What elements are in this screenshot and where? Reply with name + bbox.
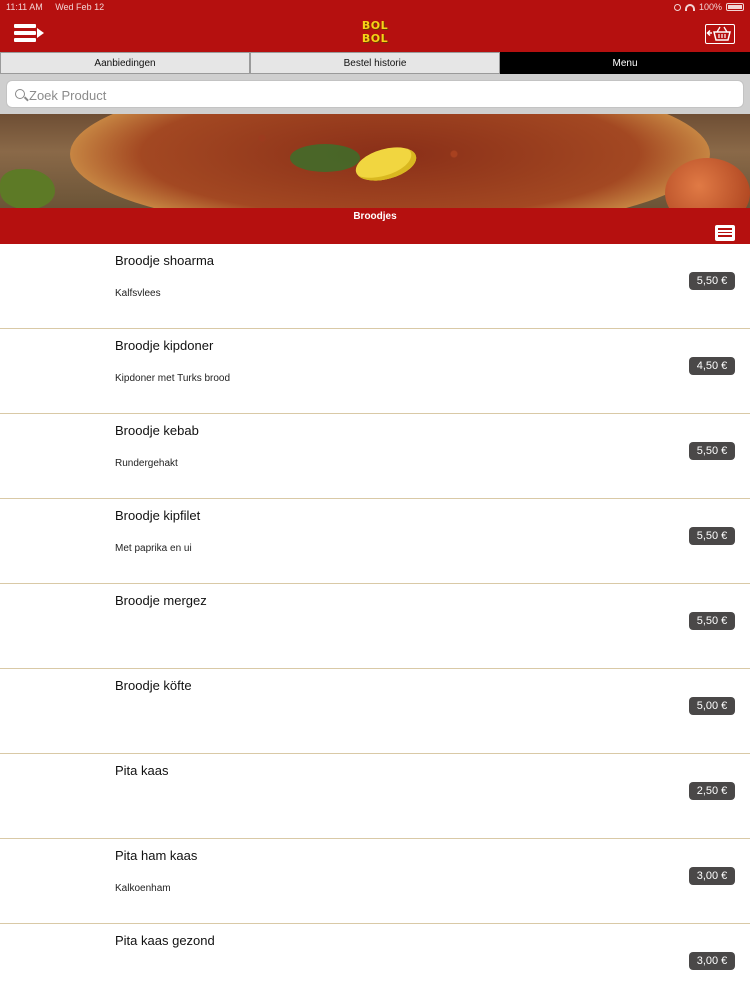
category-banner-image <box>0 114 750 208</box>
status-bar: 11:11 AM Wed Feb 12 100% <box>0 0 750 14</box>
list-item[interactable]: Pita kaas 2,50 € <box>0 754 750 839</box>
app-header: 11:11 AM Wed Feb 12 100% BOL BOL <box>0 0 750 52</box>
list-item[interactable]: Broodje köfte 5,00 € <box>0 669 750 754</box>
price-badge: 5,50 € <box>689 442 735 460</box>
status-date: Wed Feb 12 <box>55 2 105 12</box>
list-view-icon[interactable] <box>715 225 735 241</box>
category-title: Broodjes <box>353 211 397 222</box>
menu-arrow-icon[interactable] <box>14 22 46 44</box>
status-right: 100% <box>673 2 744 12</box>
list-item[interactable]: Broodje shoarma Kalfsvlees 5,50 € <box>0 244 750 329</box>
status-time: 11:11 AM <box>6 2 43 12</box>
item-description: Met paprika en ui <box>115 543 192 554</box>
tab-bar: Aanbiedingen Bestel historie Menu <box>0 52 750 74</box>
price-badge: 5,50 € <box>689 612 735 630</box>
logo-line-2: BOL <box>361 32 389 45</box>
item-name: Broodje köfte <box>115 678 192 693</box>
item-description: Kalfsvlees <box>115 288 161 299</box>
item-description: Kipdoner met Turks brood <box>115 373 231 384</box>
item-name: Pita kaas gezond <box>115 933 215 948</box>
list-item[interactable]: Broodje kebab Rundergehakt 5,50 € <box>0 414 750 499</box>
list-item[interactable]: Broodje mergez 5,50 € <box>0 584 750 669</box>
list-item[interactable]: Broodje kipdoner Kipdoner met Turks broo… <box>0 329 750 414</box>
basket-icon[interactable] <box>705 24 735 44</box>
product-list: Broodje shoarma Kalfsvlees 5,50 € Broodj… <box>0 244 750 1000</box>
search-icon <box>15 89 25 99</box>
item-name: Pita ham kaas <box>115 848 198 863</box>
battery-icon <box>726 3 744 11</box>
battery-percent: 100% <box>698 2 722 12</box>
list-item[interactable]: Pita kaas gezond 3,00 € <box>0 924 750 1000</box>
item-name: Broodje kipfilet <box>115 508 201 523</box>
item-name: Broodje kebab <box>115 423 199 438</box>
price-badge: 2,50 € <box>689 782 735 800</box>
item-description: Rundergehakt <box>115 458 178 469</box>
search-bar <box>0 74 750 114</box>
search-field <box>6 80 744 108</box>
rotation-lock-icon <box>673 3 681 11</box>
price-badge: 5,00 € <box>689 697 735 715</box>
wifi-icon <box>684 3 695 11</box>
status-left: 11:11 AM Wed Feb 12 <box>6 2 114 12</box>
tab-aanbiedingen[interactable]: Aanbiedingen <box>0 52 250 74</box>
category-header: Broodjes <box>0 208 750 244</box>
item-name: Broodje mergez <box>115 593 207 608</box>
price-badge: 5,50 € <box>689 272 735 290</box>
item-name: Broodje shoarma <box>115 253 214 268</box>
tab-menu[interactable]: Menu <box>500 52 750 74</box>
item-name: Pita kaas <box>115 763 169 778</box>
list-item[interactable]: Pita ham kaas Kalkoenham 3,00 € <box>0 839 750 924</box>
price-badge: 5,50 € <box>689 527 735 545</box>
tab-bestel-historie[interactable]: Bestel historie <box>250 52 500 74</box>
bolbol-logo: BOL BOL <box>360 19 390 47</box>
item-description: Kalkoenham <box>115 883 171 894</box>
search-input[interactable] <box>29 84 729 106</box>
list-item[interactable]: Broodje kipfilet Met paprika en ui 5,50 … <box>0 499 750 584</box>
price-badge: 3,00 € <box>689 867 735 885</box>
price-badge: 4,50 € <box>689 357 735 375</box>
price-badge: 3,00 € <box>689 952 735 970</box>
item-name: Broodje kipdoner <box>115 338 214 353</box>
logo-line-1: BOL <box>361 19 389 32</box>
